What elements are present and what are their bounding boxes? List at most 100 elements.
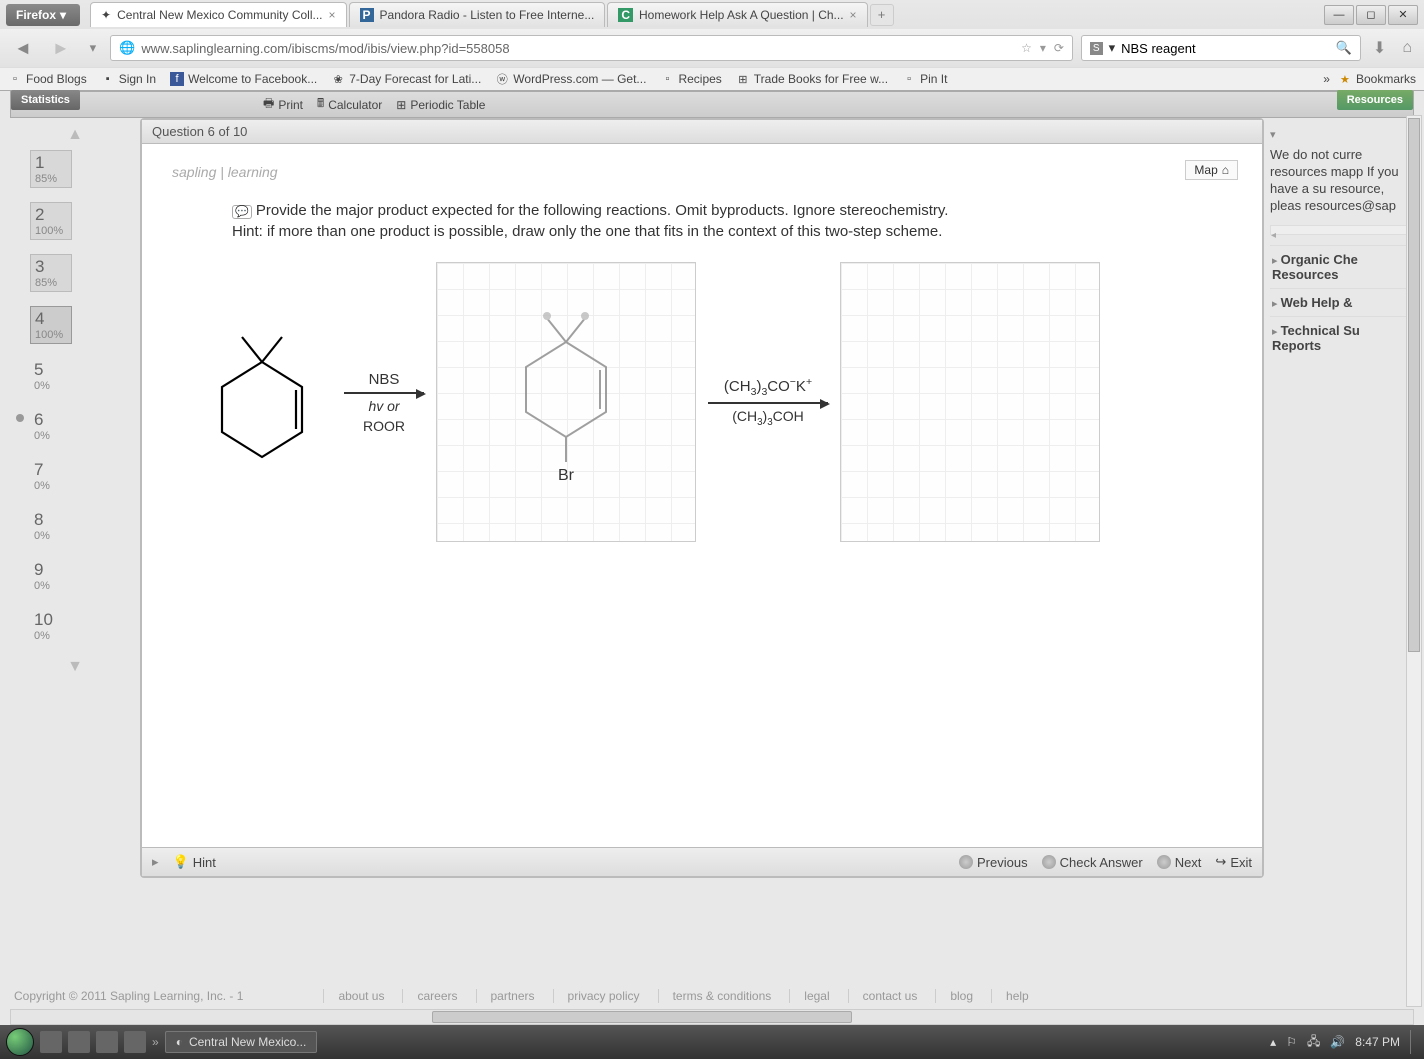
tab-title: Pandora Radio - Listen to Free Interne..… <box>380 8 595 22</box>
bookmarks-overflow[interactable]: » <box>1323 72 1330 86</box>
page-horizontal-scrollbar[interactable] <box>10 1009 1414 1025</box>
taskbar-icon-4[interactable] <box>124 1031 146 1053</box>
bookmark-trade-books[interactable]: ⊞Trade Books for Free w... <box>736 72 888 86</box>
minimize-button[interactable]: — <box>1324 5 1354 25</box>
intermediate-draw-area[interactable]: Br <box>436 262 696 542</box>
page-vertical-scrollbar[interactable] <box>1406 115 1422 1007</box>
start-button[interactable] <box>6 1028 34 1056</box>
clock[interactable]: 8:47 PM <box>1355 1035 1400 1049</box>
tab-3[interactable]: C Homework Help Ask A Question | Ch... × <box>607 2 867 27</box>
question-nav-1[interactable]: 185% <box>30 150 72 188</box>
resources-tab[interactable]: Resources <box>1337 90 1413 110</box>
question-percent: 100% <box>35 329 63 341</box>
downloads-icon[interactable]: ⬇ <box>1369 38 1390 58</box>
question-list-sidebar: ▲ 185%2100%385%4100%50%60%70%80%90%100% … <box>10 118 140 878</box>
calculator-button[interactable]: 🖩Calculator <box>317 94 382 115</box>
question-nav-5[interactable]: 50% <box>30 358 132 394</box>
bookmark-pinit[interactable]: ▫Pin It <box>902 72 947 86</box>
footer-link-careers[interactable]: careers <box>402 989 457 1003</box>
tab-1[interactable]: ✦ Central New Mexico Community Coll... × <box>90 2 346 27</box>
show-desktop-button[interactable] <box>1410 1030 1418 1054</box>
tray-up-icon[interactable]: ▴ <box>1270 1035 1276 1049</box>
search-bar[interactable]: S▾ 🔍 <box>1081 35 1361 61</box>
footer-link-privacy-policy[interactable]: privacy policy <box>553 989 640 1003</box>
reload-icon[interactable]: ⟳ <box>1054 41 1064 55</box>
question-number: 5 <box>34 360 43 380</box>
statistics-tab[interactable]: Statistics <box>11 90 80 110</box>
home-icon[interactable]: ⌂ <box>1398 39 1416 57</box>
question-percent: 85% <box>35 173 57 185</box>
footer-link-blog[interactable]: blog <box>935 989 973 1003</box>
question-nav-7[interactable]: 70% <box>30 458 132 494</box>
next-button[interactable]: Next <box>1157 855 1202 870</box>
close-icon[interactable]: × <box>850 8 857 22</box>
question-nav-6[interactable]: 60% <box>30 408 132 444</box>
reagent-roor-label: ROOR <box>363 418 405 434</box>
resource-organic-chem[interactable]: Organic CheResources <box>1270 245 1408 288</box>
reagent-tbuoh-label: (CH3)3COH <box>732 408 804 428</box>
question-percent: 0% <box>34 480 50 492</box>
bookmark-recipes[interactable]: ▫Recipes <box>660 72 721 86</box>
back-button[interactable]: ◄ <box>8 36 38 61</box>
question-nav-2[interactable]: 2100% <box>30 202 72 240</box>
close-icon[interactable]: × <box>329 8 336 22</box>
page-footer: Copyright © 2011 Sapling Learning, Inc. … <box>0 981 1424 1011</box>
footer-link-contact-us[interactable]: contact us <box>848 989 918 1003</box>
bookmark-forecast[interactable]: ❀7-Day Forecast for Lati... <box>331 72 481 86</box>
previous-button[interactable]: Previous <box>959 855 1028 870</box>
search-engine-icon[interactable]: S <box>1090 42 1103 55</box>
print-button[interactable]: 🖶Print <box>263 94 303 115</box>
question-nav-9[interactable]: 90% <box>30 558 132 594</box>
product-draw-area[interactable] <box>840 262 1100 542</box>
question-content: sapling | learning Map⌂ 💬 Provide the ma… <box>142 144 1262 847</box>
new-tab-button[interactable]: + <box>870 4 894 26</box>
expand-icon[interactable]: ▸ <box>152 854 159 870</box>
search-icon[interactable]: 🔍 <box>1336 40 1352 56</box>
tab-2[interactable]: P Pandora Radio - Listen to Free Interne… <box>349 2 606 27</box>
question-nav-4[interactable]: 4100% <box>30 306 72 344</box>
bookmark-star-icon[interactable]: ☆ <box>1021 41 1032 55</box>
taskbar-icon-2[interactable] <box>68 1031 90 1053</box>
bookmark-food-blogs[interactable]: ▫Food Blogs <box>8 72 87 86</box>
url-bar[interactable]: 🌐 www.saplinglearning.com/ibiscms/mod/ib… <box>110 35 1073 61</box>
resources-collapse[interactable]: ▾ <box>1270 128 1408 141</box>
question-nav-8[interactable]: 80% <box>30 508 132 544</box>
footer-link-about-us[interactable]: about us <box>323 989 384 1003</box>
forward-button[interactable]: ► <box>46 36 76 61</box>
resource-web-help[interactable]: Web Help & <box>1270 288 1408 316</box>
bookmark-wordpress[interactable]: ⓦWordPress.com — Get... <box>495 72 646 86</box>
taskbar-icon-3[interactable] <box>96 1031 118 1053</box>
question-nav-3[interactable]: 385% <box>30 254 72 292</box>
taskbar-overflow[interactable]: » <box>152 1035 159 1049</box>
bookmark-sign-in[interactable]: ▪Sign In <box>101 72 156 86</box>
tray-volume-icon[interactable]: 🔊 <box>1330 1035 1345 1049</box>
taskbar-active-window[interactable]: ◐Central New Mexico... <box>165 1031 318 1053</box>
maximize-button[interactable]: ◻ <box>1356 5 1386 25</box>
firefox-menu-button[interactable]: Firefox▾ <box>6 4 80 26</box>
hint-button[interactable]: 💡Hint <box>173 854 216 870</box>
scroll-down-icon[interactable]: ▼ <box>14 658 136 676</box>
close-window-button[interactable]: ✕ <box>1388 5 1418 25</box>
footer-link-legal[interactable]: legal <box>789 989 829 1003</box>
reagent-hv-label: hv or <box>368 398 399 414</box>
tray-network-icon[interactable]: 🖧 <box>1307 1032 1320 1053</box>
check-answer-button[interactable]: Check Answer <box>1042 855 1143 870</box>
map-button[interactable]: Map⌂ <box>1185 160 1238 180</box>
bookmarks-menu[interactable]: ★Bookmarks <box>1338 72 1416 86</box>
periodic-table-button[interactable]: ⊞Periodic Table <box>396 98 485 112</box>
question-number: 9 <box>34 560 43 580</box>
exit-button[interactable]: ↪Exit <box>1215 854 1252 870</box>
history-button[interactable]: ▾ <box>84 38 103 58</box>
search-input[interactable] <box>1121 41 1330 56</box>
resource-tech-support[interactable]: Technical SuReports <box>1270 316 1408 359</box>
footer-link-help[interactable]: help <box>991 989 1029 1003</box>
bookmark-facebook[interactable]: fWelcome to Facebook... <box>170 72 317 86</box>
question-nav-10[interactable]: 100% <box>30 608 132 644</box>
chat-icon: 💬 <box>232 205 252 219</box>
taskbar-icon-1[interactable] <box>40 1031 62 1053</box>
footer-link-terms-&-conditions[interactable]: terms & conditions <box>658 989 772 1003</box>
scroll-up-icon[interactable]: ▲ <box>14 126 136 144</box>
tray-flag-icon[interactable]: ⚐ <box>1286 1035 1297 1049</box>
footer-link-partners[interactable]: partners <box>476 989 535 1003</box>
hscroll-mini[interactable]: ◂ <box>1270 225 1408 235</box>
